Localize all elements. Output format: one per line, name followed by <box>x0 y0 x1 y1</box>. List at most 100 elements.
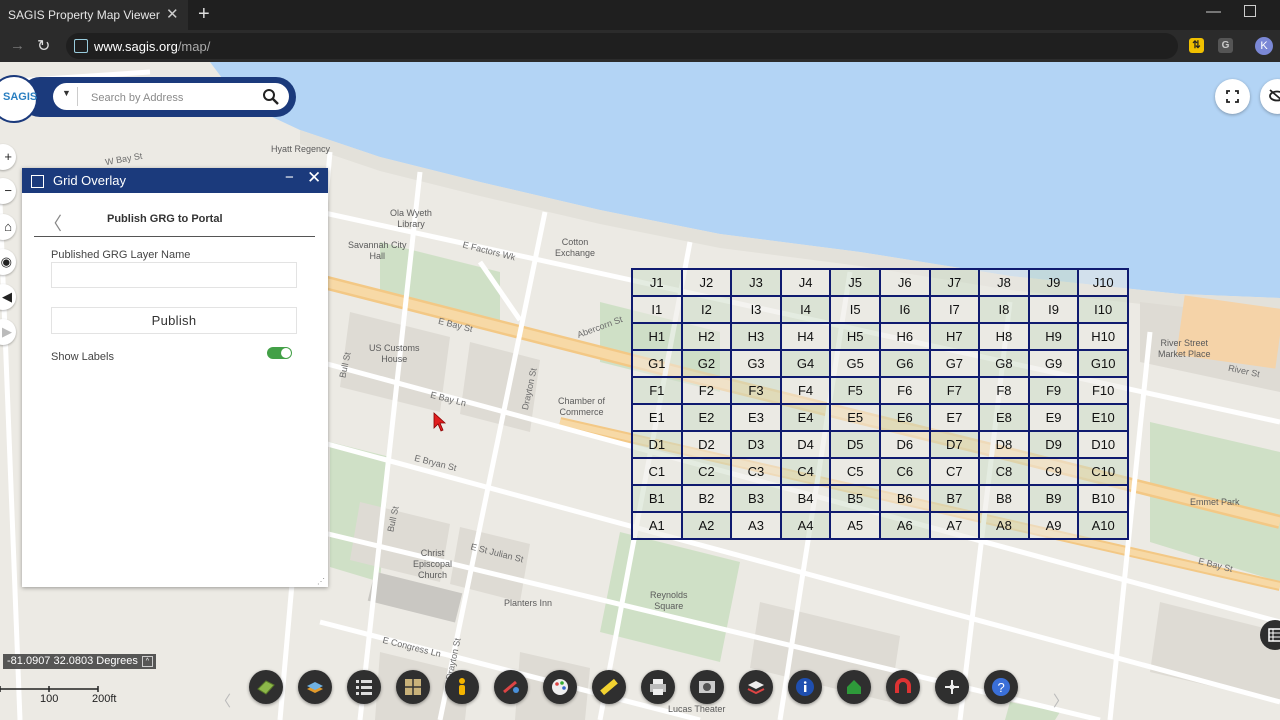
fullscreen-button[interactable] <box>1215 79 1250 114</box>
help-icon[interactable]: ? <box>984 670 1018 704</box>
grid-overlay[interactable]: J1 J2 J3 J4 J5 J6 J7 J8 J9 J10 I1 I2 I3 I4 I5 I6 I7 I8 I9 I… <box>631 268 1129 540</box>
grid-cell[interactable]: B5 <box>829 484 881 513</box>
grid-cell[interactable]: C2 <box>680 457 733 486</box>
grid-cell[interactable]: F7 <box>928 376 981 405</box>
grid-cell[interactable]: C10 <box>1077 457 1129 486</box>
grid-cell[interactable]: E6 <box>878 403 931 432</box>
grid-cell[interactable]: C6 <box>878 457 931 486</box>
print-icon[interactable] <box>641 670 675 704</box>
grid-cell[interactable]: C9 <box>1027 457 1080 486</box>
grid-cell[interactable]: G3 <box>730 349 782 378</box>
url-text[interactable]: www.sagis.org/map/ <box>94 39 210 54</box>
grid-cell[interactable]: B6 <box>878 484 931 513</box>
grid-cell[interactable]: E8 <box>978 403 1030 432</box>
street-view-icon[interactable] <box>445 670 479 704</box>
grid-cell[interactable]: D7 <box>928 430 981 459</box>
grid-cell[interactable]: F2 <box>680 376 733 405</box>
magnet-icon[interactable] <box>886 670 920 704</box>
grid-cell[interactable]: A1 <box>631 511 683 540</box>
grid-cell[interactable]: J9 <box>1027 268 1080 297</box>
panel-header[interactable]: Grid Overlay − ✕ <box>22 168 328 193</box>
basemap-icon[interactable] <box>249 670 283 704</box>
grid-cell[interactable]: B8 <box>978 484 1030 513</box>
panel-minimize-button[interactable]: − <box>285 169 294 186</box>
grid-cell[interactable]: D9 <box>1027 430 1080 459</box>
grid-cell[interactable]: I6 <box>878 295 931 324</box>
grid-cell[interactable]: F5 <box>829 376 881 405</box>
palette-icon[interactable] <box>543 670 577 704</box>
grid-cell[interactable]: D1 <box>631 430 683 459</box>
grid-cell[interactable]: I7 <box>928 295 981 324</box>
grid-cell[interactable]: E5 <box>829 403 881 432</box>
window-restore-button[interactable] <box>1244 5 1256 17</box>
grid-cell[interactable]: H6 <box>878 322 931 351</box>
grid-cell[interactable]: A6 <box>878 511 931 540</box>
grid-cell[interactable]: H4 <box>779 322 832 351</box>
grid-cell[interactable]: B4 <box>779 484 832 513</box>
back-arrow-icon[interactable]: 〈 <box>44 210 62 236</box>
grid-cell[interactable]: A3 <box>730 511 782 540</box>
address-bar[interactable]: www.sagis.org/map/ <box>66 33 1178 59</box>
grid-cell[interactable]: D5 <box>829 430 881 459</box>
grid-cell[interactable]: H1 <box>631 322 683 351</box>
grid-cell[interactable]: E2 <box>680 403 733 432</box>
grid-cell[interactable]: F10 <box>1077 376 1129 405</box>
grid-cell[interactable]: J3 <box>730 268 782 297</box>
grid-cell[interactable]: I2 <box>680 295 733 324</box>
grid-cell[interactable]: F1 <box>631 376 683 405</box>
grid-cell[interactable]: H7 <box>928 322 981 351</box>
browser-tab[interactable]: SAGIS Property Map Viewer ✕ <box>0 0 188 30</box>
dock-next-icon[interactable]: 〉 <box>1053 690 1068 711</box>
grid-cell[interactable]: C8 <box>978 457 1030 486</box>
grid-cell[interactable]: G10 <box>1077 349 1129 378</box>
grid-cell[interactable]: B10 <box>1077 484 1129 513</box>
layer-list-icon[interactable] <box>347 670 381 704</box>
forward-icon[interactable]: → <box>10 37 25 54</box>
grid-cell[interactable]: F6 <box>878 376 931 405</box>
grid-cell[interactable]: J1 <box>631 268 683 297</box>
grid-cell[interactable]: G1 <box>631 349 683 378</box>
parcel-icon[interactable] <box>739 670 773 704</box>
grid-cell[interactable]: D10 <box>1077 430 1129 459</box>
layers-icon[interactable] <box>298 670 332 704</box>
share-icon[interactable] <box>935 670 969 704</box>
profile-avatar[interactable]: K <box>1255 37 1273 55</box>
site-info-icon[interactable] <box>74 39 88 53</box>
grid-cell[interactable]: H5 <box>829 322 881 351</box>
grid-cell[interactable]: H10 <box>1077 322 1129 351</box>
grid-cell[interactable]: J8 <box>978 268 1030 297</box>
grid-cell[interactable]: F3 <box>730 376 782 405</box>
hide-ui-button[interactable] <box>1260 79 1280 114</box>
grid-cell[interactable]: A2 <box>680 511 733 540</box>
grid-cell[interactable]: D8 <box>978 430 1030 459</box>
grid-cell[interactable]: H3 <box>730 322 782 351</box>
grid-cell[interactable]: E9 <box>1027 403 1080 432</box>
grid-cell[interactable]: A4 <box>779 511 832 540</box>
grid-cell[interactable]: E10 <box>1077 403 1129 432</box>
grid-cell[interactable]: J6 <box>878 268 931 297</box>
property-icon[interactable] <box>837 670 871 704</box>
grid-cell[interactable]: J7 <box>928 268 981 297</box>
grid-cell[interactable]: J2 <box>680 268 733 297</box>
grid-cell[interactable]: B3 <box>730 484 782 513</box>
window-minimize-button[interactable]: — <box>1206 3 1221 20</box>
grid-cell[interactable]: F9 <box>1027 376 1080 405</box>
search-icon[interactable] <box>261 87 281 107</box>
grid-cell[interactable]: A5 <box>829 511 881 540</box>
grid-cell[interactable]: E4 <box>779 403 832 432</box>
grid-cell[interactable]: E1 <box>631 403 683 432</box>
grid-cell[interactable]: G8 <box>978 349 1030 378</box>
extension-icon[interactable]: ⇅ <box>1189 38 1204 53</box>
grid-cell[interactable]: G5 <box>829 349 881 378</box>
layer-name-input[interactable] <box>51 262 297 288</box>
grid-cell[interactable]: J10 <box>1077 268 1129 297</box>
extension-g-icon[interactable]: G <box>1218 38 1233 53</box>
grid-cell[interactable]: G9 <box>1027 349 1080 378</box>
grid-cell[interactable]: I3 <box>730 295 782 324</box>
info-icon[interactable] <box>788 670 822 704</box>
grid-cell[interactable]: F8 <box>978 376 1030 405</box>
grid-cell[interactable]: I8 <box>978 295 1030 324</box>
grid-cell[interactable]: H9 <box>1027 322 1080 351</box>
grid-cell[interactable]: C4 <box>779 457 832 486</box>
search-source-dropdown-icon[interactable]: ▼ <box>62 88 71 98</box>
